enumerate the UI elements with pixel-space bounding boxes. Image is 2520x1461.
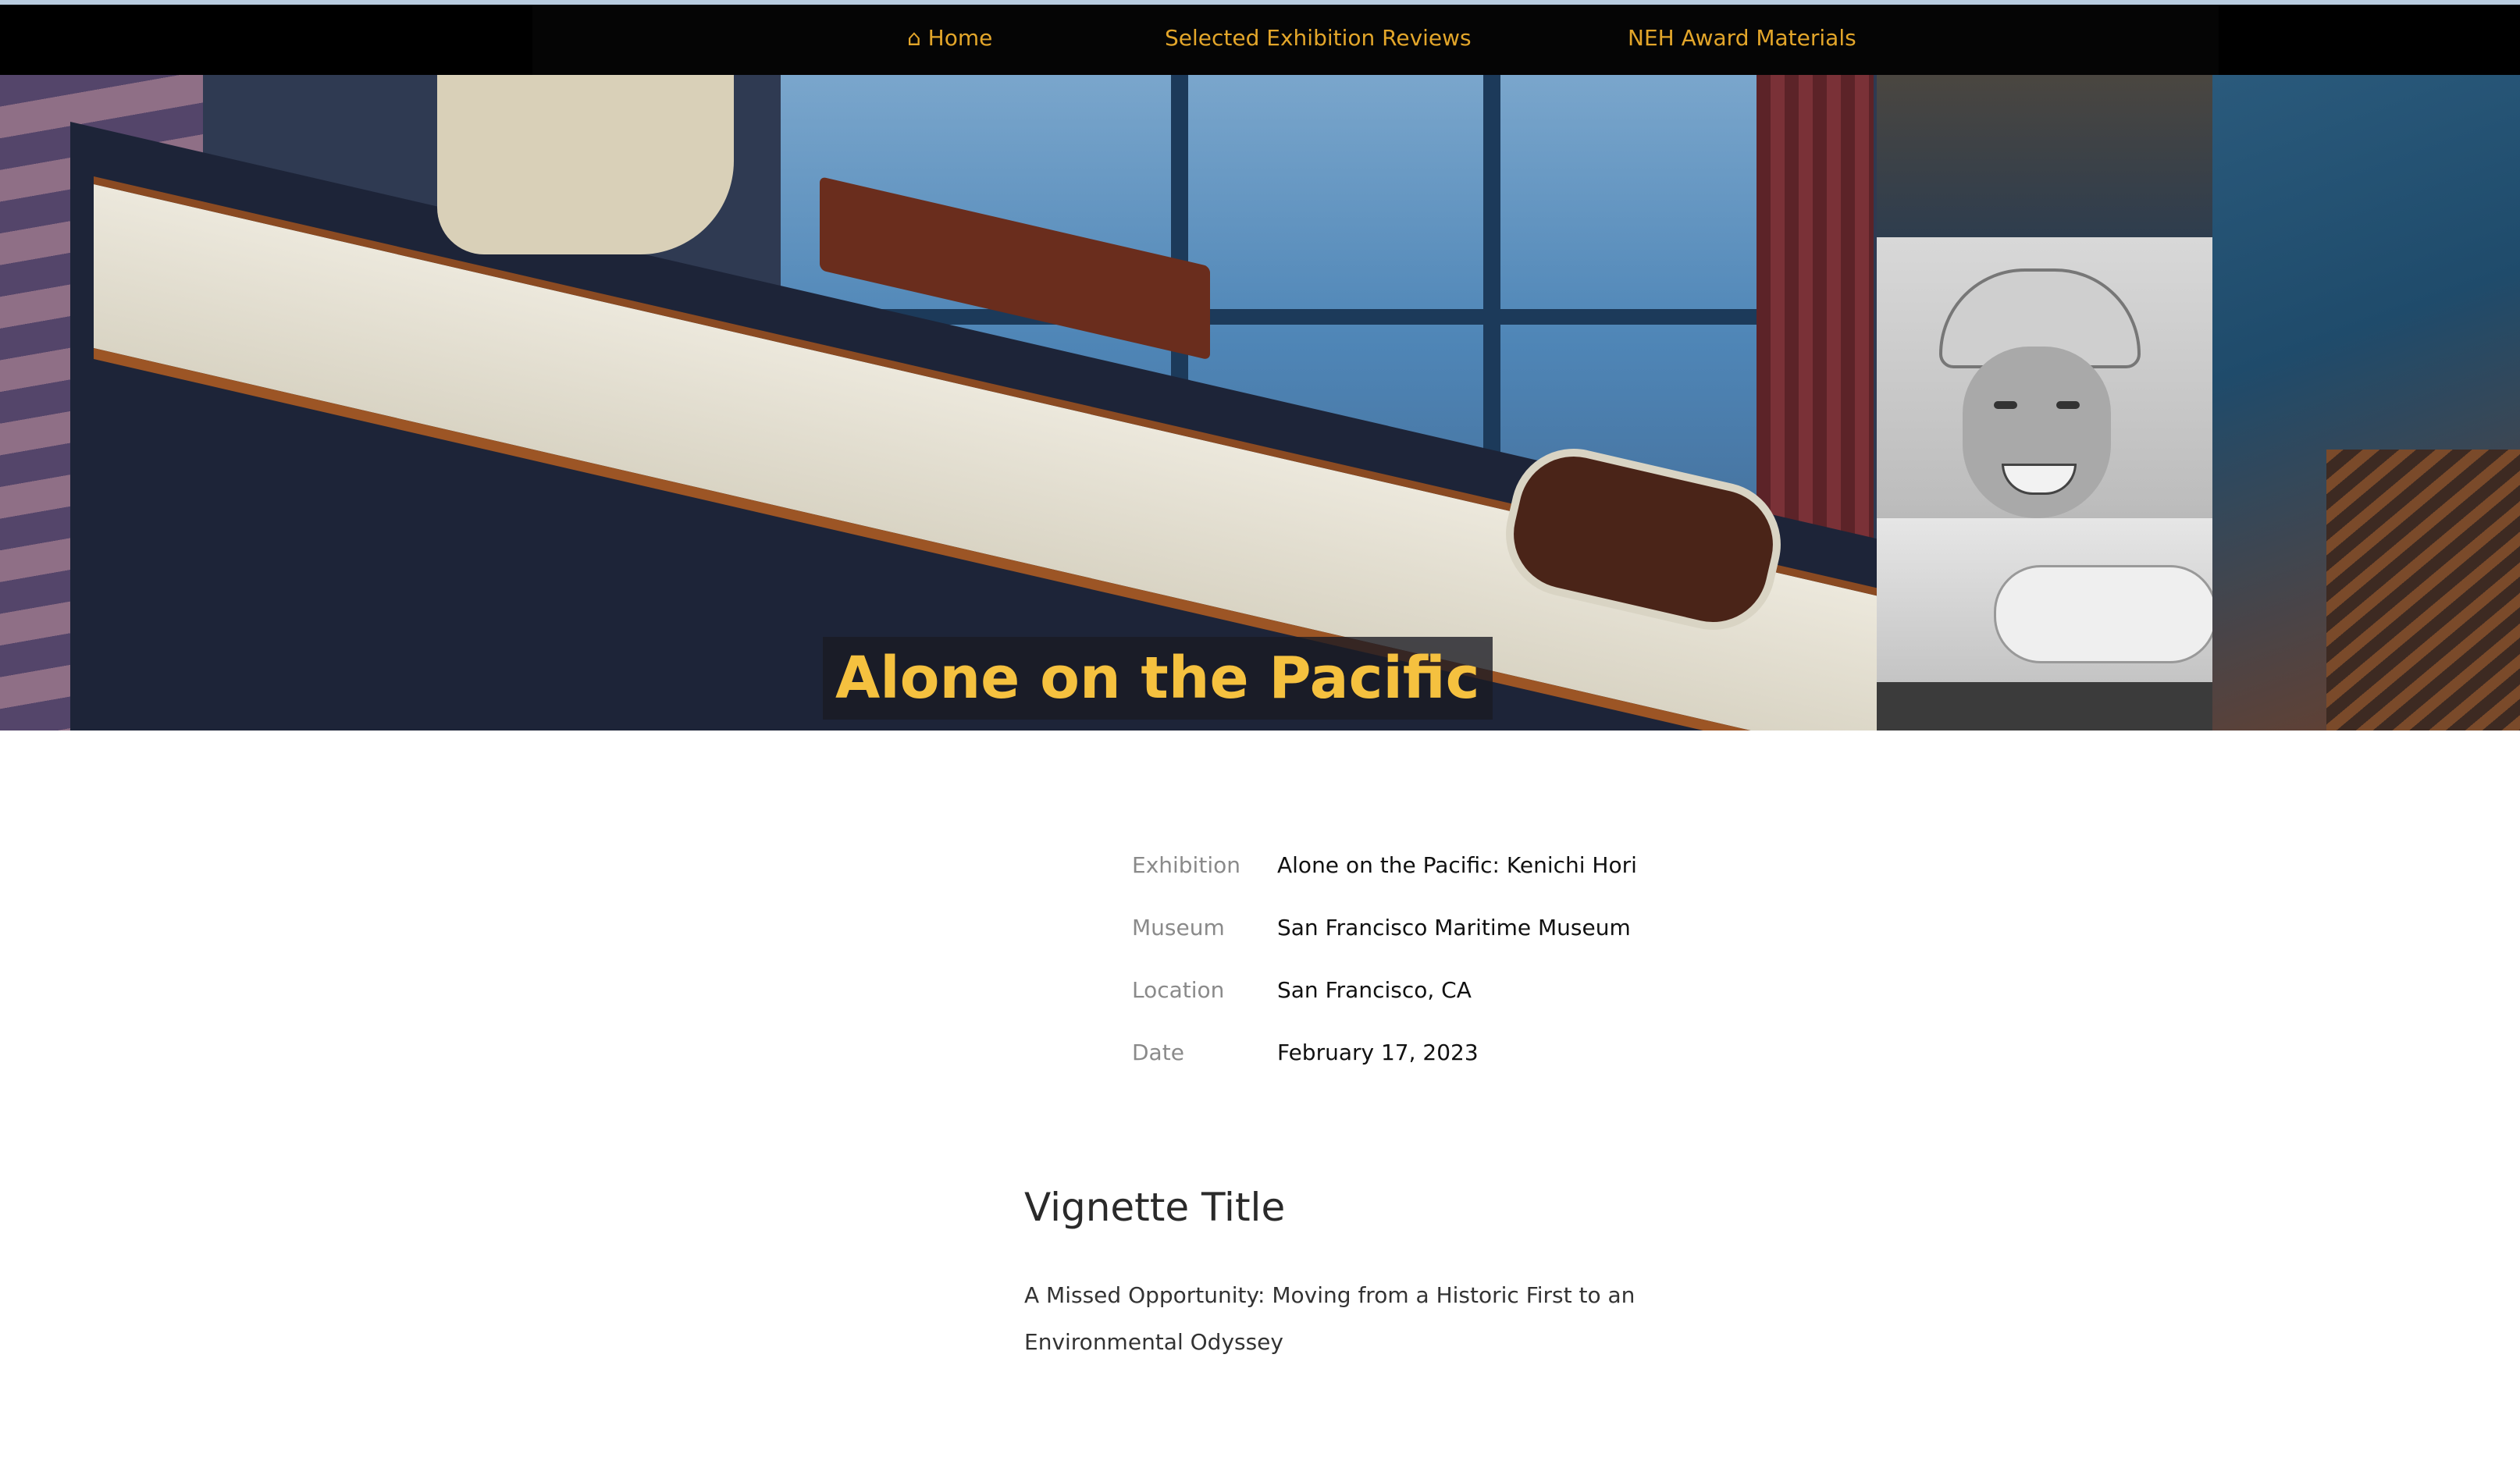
page-title: Alone on the Pacific [835, 645, 1480, 712]
vignette-text: A Missed Opportunity: Moving from a Hist… [1024, 1282, 1636, 1355]
info-value: San Francisco, CA [1277, 977, 1472, 1003]
info-value: Alone on the Pacific: Kenichi Hori [1277, 852, 1637, 878]
window-frame [820, 309, 1757, 325]
info-label: Location [1132, 977, 1225, 1003]
top-navigation-bar: ⌂ Home Selected Exhibition Reviews NEH A… [0, 5, 2520, 75]
nav-link-selected-exhibition-reviews[interactable]: Selected Exhibition Reviews [1165, 25, 1472, 51]
portrait-eye [1994, 401, 2017, 409]
info-value: February 17, 2023 [1277, 1040, 1479, 1065]
info-value: San Francisco Maritime Museum [1277, 915, 1631, 940]
portrait-column-top [1877, 75, 2212, 237]
info-label: Museum [1132, 915, 1225, 940]
vignette-heading: Vignette Title [1024, 1185, 1286, 1230]
portrait-arm [1994, 565, 2212, 663]
furled-sail-image [437, 75, 734, 254]
hero-title-box: Alone on the Pacific [823, 637, 1493, 720]
info-label: Date [1132, 1040, 1184, 1065]
nav-link-neh-award-materials[interactable]: NEH Award Materials [1628, 25, 1856, 51]
kenichi-hori-portrait-photo [1877, 237, 2212, 682]
info-label: Exhibition [1132, 852, 1240, 878]
hero-banner: Alone on the Pacific [0, 75, 2520, 730]
portrait-eye [2056, 401, 2080, 409]
nav-link-home[interactable]: ⌂ Home [907, 25, 992, 51]
hero-background-railing [2326, 450, 2520, 730]
